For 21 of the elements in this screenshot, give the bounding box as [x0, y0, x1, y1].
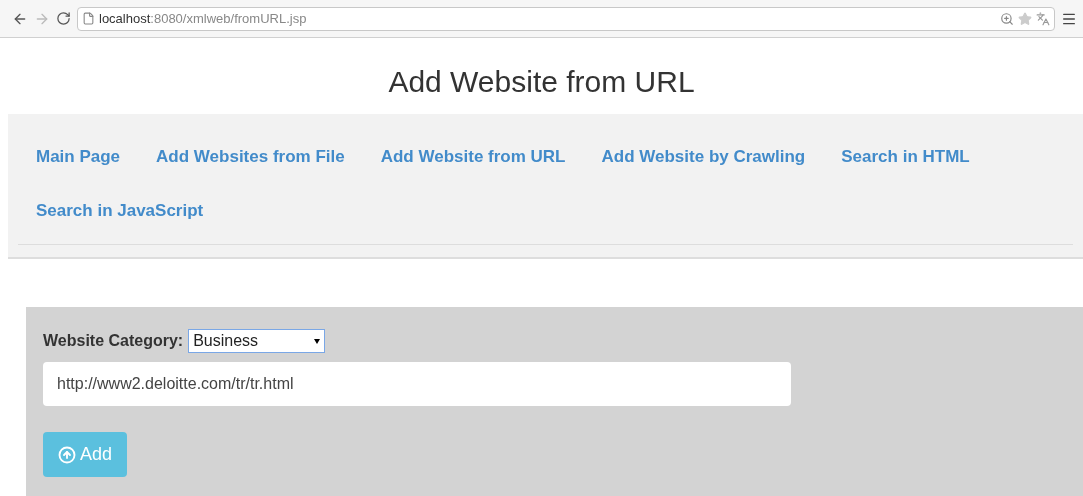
nav-link[interactable]: Add Websites from File — [138, 130, 363, 184]
star-icon[interactable] — [1018, 11, 1032, 26]
url-path: :8080/xmlweb/fromURL.jsp — [150, 9, 307, 28]
page-title: Add Website from URL — [387, 64, 696, 100]
url-input[interactable]: http://www2.deloitte.com/tr/tr.html — [43, 362, 791, 406]
upload-icon — [58, 445, 76, 464]
dropdown-icon — [314, 338, 321, 344]
nav-link[interactable]: Search in HTML — [823, 130, 988, 184]
nav-link[interactable]: Add Website from URL — [362, 130, 584, 184]
reload-icon[interactable] — [56, 11, 71, 26]
nav-link[interactable]: Add Website by Crawling — [583, 130, 824, 184]
translate-icon[interactable] — [1036, 11, 1050, 26]
add-button[interactable]: Add — [43, 432, 128, 477]
url-host: localhost — [99, 9, 151, 28]
nav-link[interactable]: Main Page — [18, 130, 139, 184]
address-bar[interactable]: localhost:8080/xmlweb/fromURL.jsp — [77, 6, 1055, 31]
category-label: Website Category: — [43, 331, 184, 351]
zoom-icon[interactable] — [1000, 11, 1014, 26]
page-icon — [82, 12, 95, 25]
nav-link[interactable]: Search in JavaScript — [18, 184, 222, 238]
category-select[interactable]: Business — [188, 329, 326, 353]
